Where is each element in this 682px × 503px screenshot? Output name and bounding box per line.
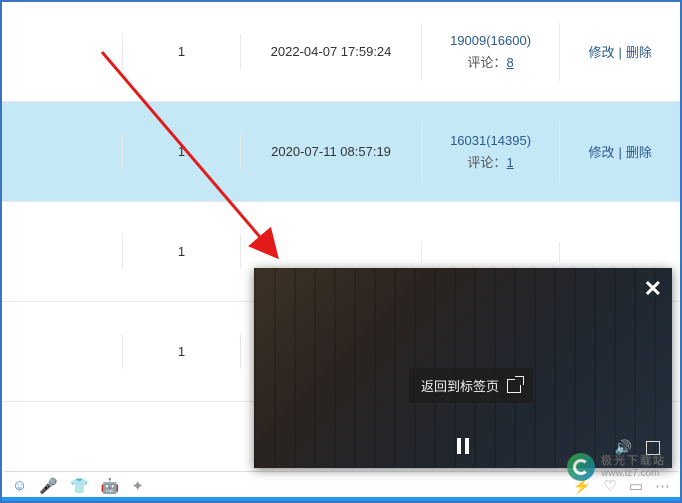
cell-empty [421, 242, 561, 262]
sparkle-icon[interactable]: ✦ [131, 477, 144, 495]
pause-icon [457, 438, 469, 454]
cell-actions: 修改|删除 [560, 132, 680, 171]
bottom-accent-bar [2, 497, 680, 501]
cell-empty [241, 242, 420, 262]
stats-link[interactable]: 19009(16600) [450, 33, 531, 48]
delete-link[interactable]: 删除 [626, 45, 652, 60]
watermark-url: www.lz7.com [601, 468, 666, 479]
cell-datetime: 2022-04-07 17:59:24 [241, 34, 420, 69]
edit-link[interactable]: 修改 [588, 145, 614, 160]
cell-empty [2, 42, 122, 62]
cell-stats: 16031(14395) 评论：1 [421, 123, 561, 181]
watermark-name: 极光下载站 [601, 455, 666, 467]
cell-count: 1 [122, 334, 242, 369]
site-watermark: 极光下载站 www.lz7.com [567, 453, 666, 481]
delete-link[interactable]: 删除 [626, 145, 652, 160]
edit-link[interactable]: 修改 [588, 45, 614, 60]
comment-count-link[interactable]: 1 [506, 155, 513, 170]
shirt-icon[interactable]: 👕 [70, 477, 89, 495]
cell-actions: 修改|删除 [560, 32, 680, 71]
cell-empty [560, 242, 680, 262]
cell-count: 1 [122, 134, 242, 169]
return-to-tab-tooltip[interactable]: 返回到标签页 [409, 368, 533, 403]
cell-count: 1 [122, 234, 242, 269]
table-row: 1 2020-07-11 08:57:19 16031(14395) 评论：1 … [2, 102, 680, 202]
cell-stats: 19009(16600) 评论：8 [421, 23, 561, 81]
external-link-icon [507, 379, 521, 393]
mic-icon[interactable]: 🎤 [39, 477, 58, 495]
video-player-overlay: ✕ 返回到标签页 🔊 [254, 268, 672, 468]
watermark-logo-icon [567, 453, 595, 481]
cell-empty [2, 342, 122, 362]
cell-empty [2, 142, 122, 162]
comment-count-link[interactable]: 8 [506, 55, 513, 70]
pause-button[interactable] [457, 438, 469, 454]
close-icon[interactable]: ✕ [644, 276, 662, 302]
stats-link[interactable]: 16031(14395) [450, 133, 531, 148]
robot-icon[interactable]: 🤖 [101, 477, 120, 495]
table-row: 1 2022-04-07 17:59:24 19009(16600) 评论：8 … [2, 2, 680, 102]
tooltip-text: 返回到标签页 [421, 376, 499, 395]
cell-empty [2, 242, 122, 262]
smiley-icon[interactable]: ☺ [12, 477, 27, 494]
cell-datetime: 2020-07-11 08:57:19 [241, 134, 420, 169]
cell-count: 1 [122, 34, 242, 69]
